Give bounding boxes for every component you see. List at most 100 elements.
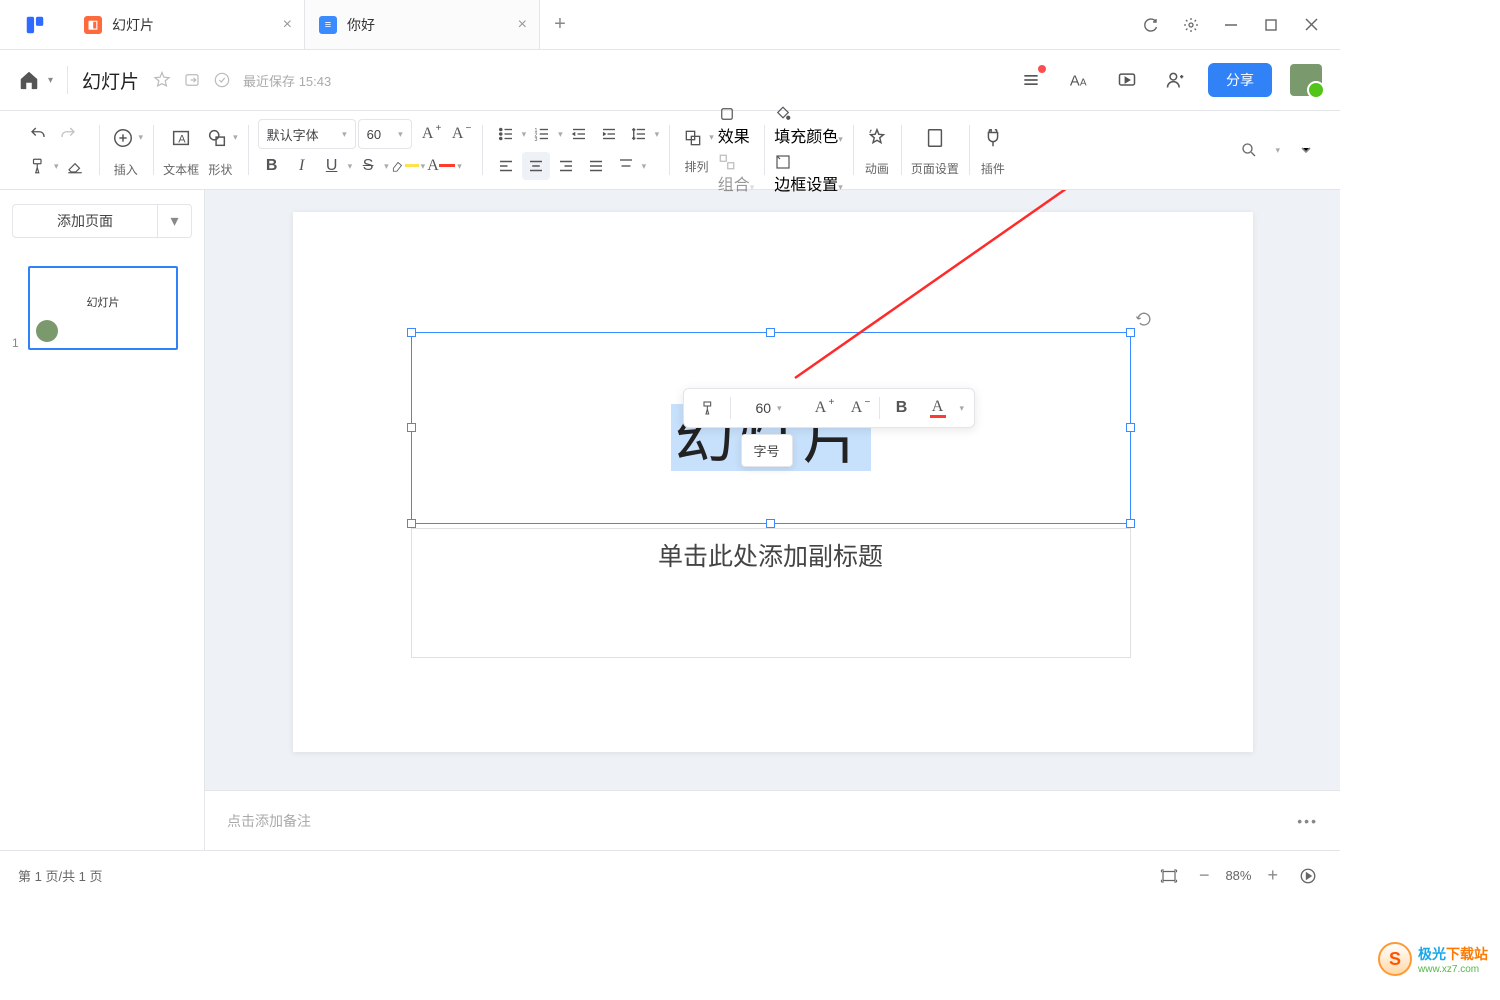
resize-handle[interactable] (407, 328, 416, 337)
subtitle-placeholder: 单击此处添加副标题 (658, 537, 883, 573)
eraser-icon[interactable] (61, 152, 89, 180)
star-icon[interactable] (153, 71, 171, 89)
bold-button[interactable]: B (888, 394, 916, 422)
fill-color-button[interactable]: 填充颜色▾ (774, 105, 843, 147)
resize-handle[interactable] (766, 519, 775, 528)
indent-icon[interactable] (595, 120, 623, 148)
collapse-toolbar-icon[interactable] (1292, 136, 1320, 164)
doc-title[interactable]: 幻灯片 (82, 67, 139, 94)
app-logo[interactable] (0, 0, 70, 49)
add-page-dropdown[interactable]: ▾ (158, 204, 192, 238)
decrease-font-icon[interactable]: A− (444, 120, 472, 148)
resize-handle[interactable] (1126, 519, 1135, 528)
italic-button[interactable]: I (288, 152, 316, 180)
font-family-select[interactable]: 默认字体▾ (258, 119, 356, 149)
present-icon[interactable] (1112, 65, 1142, 95)
resize-handle[interactable] (1126, 328, 1135, 337)
resize-handle[interactable] (766, 328, 775, 337)
svg-text:A: A (1070, 74, 1080, 90)
chevron-down-icon[interactable]: ▾ (54, 161, 59, 172)
insert-button[interactable]: ▾ 插入 (109, 123, 144, 178)
textbox-button[interactable]: A 文本框 (163, 123, 199, 178)
increase-font-icon[interactable]: A+ (807, 394, 835, 422)
slide-canvas[interactable]: 幻灯片 单击此处添加副标题 60▾ A+ A− B A▾ 字号 (205, 190, 1340, 790)
bold-button[interactable]: B (258, 152, 286, 180)
undo-icon[interactable] (24, 120, 52, 148)
border-button[interactable]: 边框设置▾ (774, 153, 843, 195)
menu-icon[interactable] (1016, 65, 1046, 95)
chevron-down-icon[interactable]: ▾ (48, 75, 53, 86)
title-textbox[interactable]: 幻灯片 (411, 332, 1131, 524)
arrange-icon (679, 124, 707, 152)
align-justify-icon[interactable] (582, 152, 610, 180)
font-style-icon[interactable]: AA (1064, 65, 1094, 95)
new-tab-button[interactable]: + (540, 0, 580, 49)
share-button[interactable]: 分享 (1208, 63, 1272, 97)
minimize-button[interactable] (1222, 16, 1240, 34)
font-size-tooltip: 字号 (741, 434, 793, 467)
status-bar: 第 1 页/共 1 页 − 88% + (0, 850, 1340, 900)
resize-handle[interactable] (407, 519, 416, 528)
format-painter-icon[interactable] (24, 152, 52, 180)
home-icon[interactable] (18, 69, 40, 91)
underline-button[interactable]: U (318, 152, 346, 180)
maximize-button[interactable] (1262, 16, 1280, 34)
align-right-icon[interactable] (552, 152, 580, 180)
close-icon[interactable]: × (283, 16, 292, 34)
subtitle-textbox[interactable]: 单击此处添加副标题 (411, 528, 1131, 658)
decrease-font-icon[interactable]: A− (843, 394, 871, 422)
zoom-level[interactable]: 88% (1225, 868, 1251, 883)
align-center-icon[interactable] (522, 152, 550, 180)
font-color-button[interactable]: A (427, 152, 455, 180)
slide[interactable]: 幻灯片 单击此处添加副标题 60▾ A+ A− B A▾ 字号 (293, 212, 1253, 752)
add-page-button[interactable]: 添加页面 (12, 204, 158, 238)
effect-button[interactable]: 效果 (718, 105, 755, 147)
close-icon[interactable]: × (518, 16, 527, 34)
increase-font-icon[interactable]: A+ (414, 120, 442, 148)
page-setup-button[interactable]: 页面设置 (911, 124, 959, 177)
vertical-align-icon[interactable] (612, 152, 640, 180)
line-spacing-icon[interactable] (625, 120, 653, 148)
watermark-icon: S (1378, 942, 1412, 976)
arrange-button[interactable]: ▾ 排列 (679, 126, 714, 175)
shape-button[interactable]: ▾ 形状 (203, 123, 238, 178)
outdent-icon[interactable] (565, 120, 593, 148)
svg-text:A: A (178, 133, 186, 145)
fit-screen-icon[interactable] (1155, 862, 1183, 890)
move-icon[interactable] (183, 71, 201, 89)
svg-text:3: 3 (535, 137, 538, 143)
more-icon[interactable]: ••• (1297, 813, 1318, 829)
font-size-select[interactable]: 60▾ (739, 394, 799, 422)
ppt-icon: ◧ (84, 16, 102, 34)
tab-doc[interactable]: ≡ 你好 × (305, 0, 540, 49)
format-painter-icon[interactable] (694, 394, 722, 422)
plugin-button[interactable]: 插件 (979, 124, 1007, 177)
zoom-in-button[interactable]: + (1267, 865, 1278, 886)
check-icon[interactable] (213, 71, 231, 89)
sync-icon[interactable] (1142, 16, 1160, 34)
textbox-icon: A (167, 124, 195, 152)
user-avatar[interactable] (1290, 64, 1322, 96)
tab-slides[interactable]: ◧ 幻灯片 × (70, 0, 305, 49)
zoom-out-button[interactable]: − (1199, 865, 1210, 886)
animation-button[interactable]: 动画 (863, 124, 891, 177)
redo-icon[interactable] (54, 120, 82, 148)
strikethrough-button[interactable]: S (354, 152, 382, 180)
font-size-select[interactable]: 60▾ (358, 119, 412, 149)
highlight-button[interactable] (391, 152, 419, 180)
settings-icon[interactable] (1182, 16, 1200, 34)
slide-thumbnail[interactable]: 幻灯片 (28, 266, 178, 350)
number-list-icon[interactable]: 123 (528, 120, 556, 148)
thumb-index: 1 (12, 336, 22, 350)
bullet-list-icon[interactable] (492, 120, 520, 148)
notes-panel[interactable]: 点击添加备注 ••• (205, 790, 1340, 850)
group-button[interactable]: 组合▾ (718, 153, 755, 195)
align-left-icon[interactable] (492, 152, 520, 180)
add-user-icon[interactable] (1160, 65, 1190, 95)
thumbnail-panel: 添加页面 ▾ 1 幻灯片 (0, 190, 205, 850)
play-icon[interactable] (1294, 862, 1322, 890)
close-button[interactable] (1302, 16, 1320, 34)
font-color-button[interactable]: A (924, 394, 952, 422)
rotate-handle[interactable] (1134, 309, 1154, 329)
search-icon[interactable] (1235, 136, 1263, 164)
